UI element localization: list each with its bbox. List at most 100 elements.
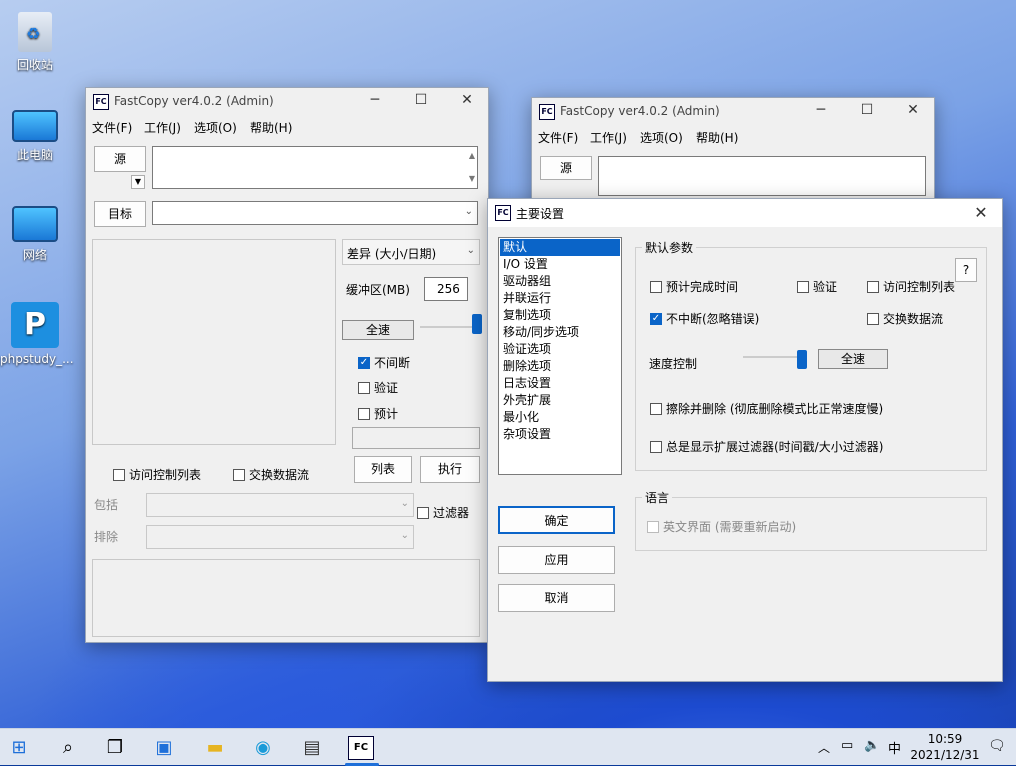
network-tray-icon[interactable]: ▭	[841, 738, 853, 753]
scroll-down-icon[interactable]: ▼	[469, 174, 475, 183]
checkbox-verify[interactable]: 验证	[797, 278, 837, 295]
checkbox-english[interactable]: 英文界面 (需要重新启动)	[647, 518, 796, 535]
source-input[interactable]	[598, 156, 926, 196]
fastcopy-window-background[interactable]: FC FastCopy ver4.0.2 (Admin) ─ ☐ ✕ 文件(F)…	[531, 97, 935, 207]
menu-file[interactable]: 文件(F)	[92, 119, 132, 136]
speed-slider-handle[interactable]	[797, 350, 807, 369]
phpstudy-icon: P	[11, 302, 59, 348]
checkbox-nonstop[interactable]: ✓ 不中断(忽略错误)	[650, 310, 759, 327]
status-panel	[92, 239, 336, 445]
include-filter-input[interactable]: ⌄	[146, 493, 414, 517]
list-button[interactable]: 列表	[354, 456, 412, 483]
category-item[interactable]: 外壳扩展	[500, 392, 620, 409]
checkbox-estimate[interactable]: 预计	[358, 405, 398, 422]
category-item[interactable]: 最小化	[500, 409, 620, 426]
tray-expand-icon[interactable]: ︿	[818, 739, 830, 756]
category-item[interactable]: I/O 设置	[500, 256, 620, 273]
category-item[interactable]: 日志设置	[500, 375, 620, 392]
maximize-button[interactable]: ☐	[844, 102, 890, 122]
category-item[interactable]: 并联运行	[500, 290, 620, 307]
desktop-icon-this-pc[interactable]: 此电脑	[0, 110, 70, 163]
category-list[interactable]: 默认 I/O 设置 驱动器组 并联运行 复制选项 移动/同步选项 验证选项 删除选项 日志设置外…	[498, 237, 622, 475]
log-panel	[92, 559, 480, 637]
checkbox-wipe-delete[interactable]: 擦除并删除 (彻底删除模式比正常速度慢)	[650, 400, 883, 417]
speed-slider-handle[interactable]	[472, 314, 482, 334]
scroll-up-icon[interactable]: ▲	[469, 151, 475, 160]
apply-button[interactable]: 应用	[498, 546, 615, 574]
category-item[interactable]: 删除选项	[500, 358, 620, 375]
buffer-input[interactable]: 256	[424, 277, 468, 301]
close-button[interactable]: ✕	[958, 203, 1004, 223]
volume-icon[interactable]: 🔈	[864, 738, 880, 753]
fastcopy-window-main[interactable]: FC FastCopy ver4.0.2 (Admin) ─ ☐ ✕ 文件(F)…	[85, 87, 489, 643]
source-button[interactable]: 源	[94, 146, 146, 172]
file-explorer-icon[interactable]: ▬	[202, 736, 228, 760]
checkbox-nonstop[interactable]: ✓ 不间断	[358, 354, 410, 371]
widgets-icon[interactable]: ▣	[151, 736, 177, 760]
help-button[interactable]: ?	[955, 258, 977, 282]
task-view-icon[interactable]: ❐	[102, 736, 128, 760]
source-button[interactable]: 源	[540, 156, 592, 180]
checkbox-estimate-time[interactable]: 预计完成时间	[650, 278, 738, 295]
menu-job[interactable]: 工作(J)	[590, 129, 627, 146]
close-button[interactable]: ✕	[444, 92, 490, 112]
source-dropdown-button[interactable]: ▼	[131, 175, 145, 189]
network-icon	[12, 206, 58, 242]
ok-button[interactable]: 确定	[498, 506, 615, 534]
store-icon[interactable]: ▤	[299, 736, 325, 760]
close-button[interactable]: ✕	[890, 102, 936, 122]
destination-button[interactable]: 目标	[94, 201, 146, 227]
menu-options[interactable]: 选项(O)	[640, 129, 683, 146]
settings-dialog[interactable]: FC 主要设置 ✕ 默认 I/O 设置 驱动器组 并联运行 复制选项 移动/同步选项 验证选…	[487, 198, 1003, 682]
exclude-filter-input[interactable]: ⌄	[146, 525, 414, 549]
search-icon[interactable]: ⌕	[55, 736, 81, 760]
checkbox-icon	[650, 280, 662, 293]
desktop-icon-recycle-bin[interactable]: ♻ 回收站	[0, 12, 70, 73]
checkbox-stream[interactable]: 交换数据流	[233, 466, 309, 483]
chevron-down-icon[interactable]: ⌄	[465, 206, 473, 217]
chevron-down-icon: ⌄	[400, 498, 409, 509]
language-title: 语言	[642, 489, 673, 506]
progress-field	[352, 427, 480, 449]
cancel-button[interactable]: 取消	[498, 584, 615, 612]
checkbox-ext-filter[interactable]: 总是显示扩展过滤器(时间戳/大小过滤器)	[650, 438, 883, 455]
checkbox-icon	[417, 506, 429, 519]
checkbox-verify[interactable]: 验证	[358, 379, 398, 396]
menu-job[interactable]: 工作(J)	[144, 119, 181, 136]
menu-options[interactable]: 选项(O)	[194, 119, 237, 136]
titlebar: FC FastCopy ver4.0.2 (Admin) ─ ☐ ✕	[86, 88, 488, 116]
desktop-icon-network[interactable]: 网络	[0, 206, 70, 263]
checkbox-icon	[867, 312, 879, 325]
category-item[interactable]: 驱动器组	[500, 273, 620, 290]
menu-help[interactable]: 帮助(H)	[696, 129, 738, 146]
checkbox-stream[interactable]: 交换数据流	[867, 310, 943, 327]
checkbox-acl[interactable]: 访问控制列表	[113, 466, 201, 483]
maximize-button[interactable]: ☐	[398, 92, 444, 112]
ime-indicator[interactable]: 中	[888, 738, 901, 757]
destination-input[interactable]: ⌄	[152, 201, 478, 225]
clock[interactable]: 10:59 2021/12/31	[910, 731, 980, 763]
start-icon[interactable]: ⊞	[6, 736, 32, 760]
category-item[interactable]: 杂项设置	[500, 426, 620, 443]
desktop-icon-phpstudy[interactable]: P phpstudy_...	[0, 302, 74, 366]
edge-icon[interactable]: ◉	[250, 736, 276, 760]
minimize-button[interactable]: ─	[352, 92, 398, 112]
source-input[interactable]: ▲ ▼	[152, 146, 478, 189]
fastcopy-taskbar-icon[interactable]: FC	[348, 736, 374, 760]
category-item[interactable]: 移动/同步选项	[500, 324, 620, 341]
fastcopy-app-icon: FC	[93, 94, 109, 110]
execute-button[interactable]: 执行	[420, 456, 480, 483]
copy-mode-select[interactable]: 差异 (大小/日期) ⌄	[342, 239, 480, 265]
buffer-label: 缓冲区(MB)	[346, 283, 410, 297]
notification-icon[interactable]: 🗨	[988, 738, 1006, 754]
taskbar: ⊞ ⌕ ❐ ▣ ▬ ◉ ▤ FC ︿ ▭ 🔈 中 10:59 2021/12/3…	[0, 728, 1016, 766]
menu-help[interactable]: 帮助(H)	[250, 119, 292, 136]
category-item[interactable]: 验证选项	[500, 341, 620, 358]
checkbox-acl[interactable]: 访问控制列表	[867, 278, 955, 295]
menu-file[interactable]: 文件(F)	[538, 129, 578, 146]
minimize-button[interactable]: ─	[798, 102, 844, 122]
checkbox-filter[interactable]: 过滤器	[417, 504, 469, 521]
category-item[interactable]: 默认	[500, 239, 620, 256]
chevron-down-icon: ⌄	[466, 245, 475, 256]
category-item[interactable]: 复制选项	[500, 307, 620, 324]
